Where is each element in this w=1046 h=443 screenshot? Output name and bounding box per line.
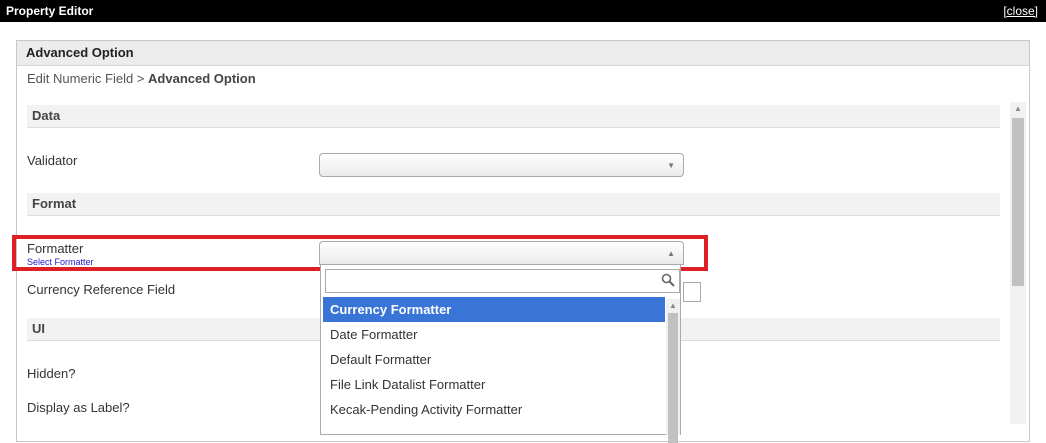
panel-scroll-thumb[interactable] (1012, 118, 1024, 286)
scroll-up-icon[interactable]: ▲ (669, 301, 677, 310)
validator-label: Validator (27, 153, 78, 168)
window-titlebar: Property Editor [close] (0, 0, 1046, 22)
panel-title: Advanced Option (26, 45, 134, 60)
currency-reference-field-label: Currency Reference Field (27, 282, 176, 297)
caret-down-icon: ▼ (667, 161, 675, 170)
display-as-label-label: Display as Label? (27, 400, 130, 415)
search-icon (661, 273, 675, 287)
dropdown-search-input[interactable] (328, 272, 652, 292)
currency-reference-field-input[interactable] (683, 282, 701, 302)
option-file-link-datalist-formatter[interactable]: File Link Datalist Formatter (323, 372, 665, 397)
breadcrumb-parent: Edit Numeric Field > (27, 71, 145, 86)
hidden-label: Hidden? (27, 366, 76, 381)
option-date-formatter[interactable]: Date Formatter (323, 322, 665, 347)
dropdown-scrollbar[interactable]: ▲ (666, 299, 680, 443)
section-format-title: Format (32, 196, 77, 211)
validator-select[interactable]: ▼ (319, 153, 684, 177)
panel-header: Advanced Option (17, 41, 1029, 66)
window-title: Property Editor (6, 4, 94, 18)
option-kecak-pending-activity-formatter[interactable]: Kecak-Pending Activity Formatter (323, 397, 665, 422)
dropdown-search[interactable] (325, 269, 680, 293)
breadcrumb: Edit Numeric Field > Advanced Option (27, 71, 256, 86)
close-link[interactable]: [close] (1003, 4, 1038, 18)
option-default-formatter[interactable]: Default Formatter (323, 347, 665, 372)
dropdown-options: Currency Formatter Date Formatter Defaul… (323, 297, 665, 422)
section-data-title: Data (32, 108, 61, 123)
panel-scrollbar[interactable]: ▲ (1010, 102, 1026, 424)
scroll-up-icon[interactable]: ▲ (1014, 104, 1022, 113)
breadcrumb-current: Advanced Option (148, 71, 256, 86)
section-data: Data (27, 105, 1000, 128)
section-ui-title: UI (32, 321, 45, 336)
formatter-dropdown: Currency Formatter Date Formatter Defaul… (320, 265, 681, 443)
option-currency-formatter[interactable]: Currency Formatter (323, 297, 665, 322)
section-format: Format (27, 193, 1000, 216)
